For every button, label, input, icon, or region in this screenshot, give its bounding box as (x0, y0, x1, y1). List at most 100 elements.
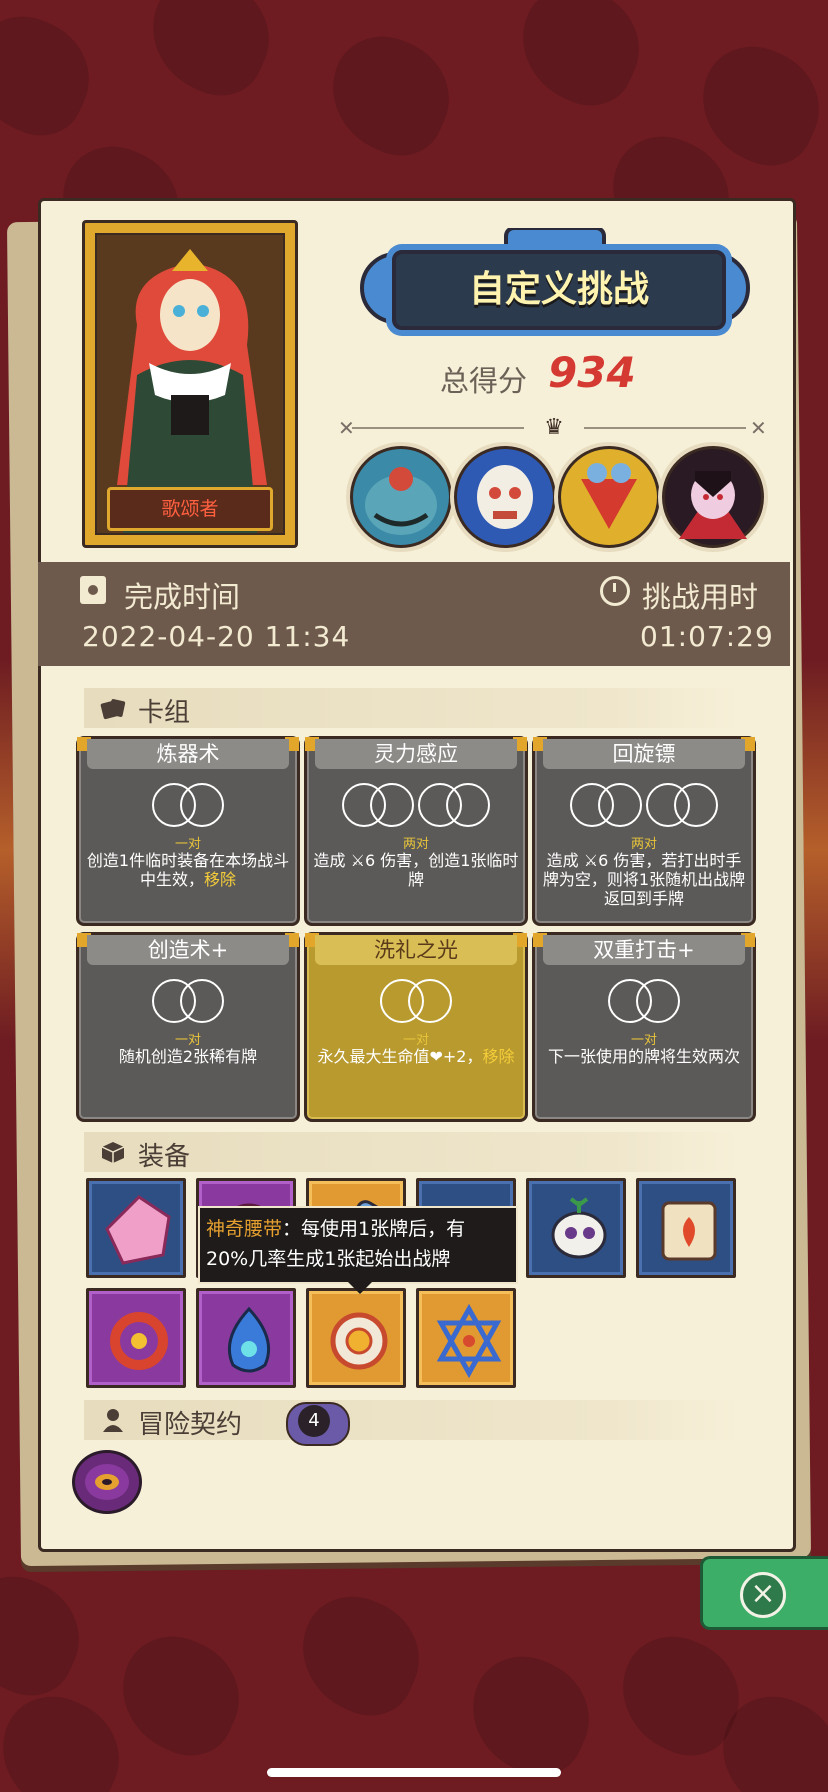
close-icon: × (750, 1576, 776, 1611)
card-count: 一对 (174, 837, 201, 852)
home-indicator (267, 1768, 561, 1777)
fire-scroll-icon[interactable] (636, 1178, 736, 1278)
tooltip-arrow (348, 1282, 372, 1294)
title-banner: 自定义挑战 (356, 228, 754, 346)
sword-icon: ✕ (338, 416, 355, 440)
deck-section-header: 卡组 (84, 688, 742, 728)
hexagram-icon[interactable] (416, 1288, 516, 1388)
hexagram-icon-art (436, 1303, 502, 1379)
pair-ring-icon (446, 783, 490, 827)
equipment-tooltip: 神奇腰带：每使用1张牌后，有 20%几率生成1张起始出战牌 (198, 1206, 518, 1284)
card-remove-tag: 移除 (204, 870, 237, 889)
card-description: 下一张使用的牌将生效两次 (541, 1047, 747, 1066)
blue-flame-icon[interactable] (196, 1288, 296, 1388)
equipment-section-header: 装备 (84, 1132, 742, 1172)
card-pair-rings (535, 979, 753, 1025)
deck-card[interactable]: 回旋镖两对 造成 ⚔6 伤害，若打出时手牌为空，则将1张随机出战牌返回到手牌 (532, 736, 756, 926)
duration-label: 挑战用时 (642, 580, 759, 614)
card-name: 双重打击+ (543, 935, 745, 965)
card-name: 回旋镖 (543, 739, 745, 769)
spiked-bracelet-icon[interactable] (86, 1288, 186, 1388)
page-title: 自定义挑战 (468, 269, 649, 310)
card-description: 造成 ⚔6 伤害，若打出时手牌为空，则将1张随机出战牌返回到手牌 (541, 851, 747, 908)
card-pair-rings (79, 783, 297, 829)
card-pair-rings (307, 783, 525, 829)
contract-count: 4 (298, 1405, 330, 1437)
stopwatch-icon (600, 576, 630, 606)
contract-seal-icon[interactable] (72, 1450, 142, 1514)
pair-ring-icon (408, 979, 452, 1023)
pair-ring-icon (370, 783, 414, 827)
card-description: 永久最大生命值❤+2，移除 (313, 1047, 519, 1066)
deck-title: 卡组 (138, 698, 191, 728)
contract-section-header: 冒险契约 (84, 1400, 742, 1440)
boss-skull-mask-icon[interactable] (454, 446, 556, 548)
deck-card[interactable]: 双重打击+ 一对 下一张使用的牌将生效两次 (532, 932, 756, 1122)
card-pair-rings (535, 783, 753, 829)
card-count: 一对 (630, 1033, 657, 1048)
card-name: 洗礼之光 (315, 935, 517, 965)
card-desc-text: 创造1件临时装备在本场战斗中生效， (86, 851, 290, 889)
contract-title: 冒险契约 (138, 1410, 243, 1440)
card-count: 两对 (630, 837, 657, 852)
boss-beetle-icon[interactable] (558, 446, 660, 548)
blue-flame-icon-art (227, 1306, 271, 1373)
card-name: 灵力感应 (315, 739, 517, 769)
cube-icon (101, 1142, 125, 1163)
card-desc-text: 永久最大生命值❤+2， (317, 1047, 483, 1066)
magic-belt-icon-art (330, 1312, 388, 1370)
divider-left (352, 427, 524, 429)
pink-crystal-icon-art (105, 1195, 171, 1265)
duration-value: 01:07:29 (640, 620, 774, 653)
skull-sprout-icon[interactable] (526, 1178, 626, 1278)
score-value: 934 (548, 348, 636, 397)
boss-vampire-icon[interactable] (662, 446, 764, 548)
boss-emblem-icon: ♛ (544, 415, 564, 440)
card-description: 创造1件临时装备在本场战斗中生效，移除 (85, 851, 291, 889)
card-pair-rings (79, 979, 297, 1025)
magic-belt-icon[interactable] (306, 1288, 406, 1388)
card-pair-rings (307, 979, 525, 1025)
deck-card[interactable]: 创造术+ 一对 随机创造2张稀有牌 (76, 932, 300, 1122)
deck-card[interactable]: 洗礼之光一对 永久最大生命值❤+2，移除 (304, 932, 528, 1122)
spiked-bracelet-icon-art (110, 1312, 168, 1370)
card-count: 一对 (402, 1033, 429, 1048)
pair-ring-icon (180, 783, 224, 827)
deck-card[interactable]: 灵力感应两对 造成 ⚔6 伤害，创造1张临时牌 (304, 736, 528, 926)
boss-toad-icon[interactable] (350, 446, 452, 548)
hero-portrait-card[interactable]: 歌颂者 (82, 220, 298, 548)
divider-right (584, 427, 746, 429)
tooltip-item-name: 神奇腰带 (206, 1218, 283, 1240)
score-label: 总得分 (440, 364, 528, 398)
equipment-title: 装备 (138, 1142, 191, 1172)
tooltip-line-1: ：每使用1张牌后，有 (282, 1218, 466, 1240)
pink-crystal-icon[interactable] (86, 1178, 186, 1278)
card-desc-text: 下一张使用的牌将生效两次 (547, 1047, 740, 1066)
completion-time-value: 2022-04-20 11:34 (82, 620, 351, 653)
card-desc-text: 造成 ⚔6 伤害，创造1张临时牌 (313, 851, 519, 889)
completion-time-label: 完成时间 (124, 580, 241, 614)
card-remove-tag: 移除 (482, 1047, 515, 1066)
card-description: 随机创造2张稀有牌 (85, 1047, 291, 1066)
film-icon (80, 576, 106, 604)
cards-icon (100, 699, 126, 720)
card-name: 创造术+ (87, 935, 289, 965)
hero-name: 歌颂者 (107, 487, 273, 531)
card-count: 一对 (174, 1033, 201, 1048)
close-button[interactable]: × (740, 1572, 786, 1618)
tooltip-line-2: 20%几率生成1张起始出战牌 (206, 1248, 451, 1270)
pair-ring-icon (180, 979, 224, 1023)
card-description: 造成 ⚔6 伤害，创造1张临时牌 (313, 851, 519, 889)
pair-ring-icon (598, 783, 642, 827)
person-icon (103, 1409, 123, 1432)
skull-sprout-icon-art (551, 1197, 607, 1259)
card-desc-text: 随机创造2张稀有牌 (118, 1047, 258, 1066)
deck-card[interactable]: 炼器术一对 创造1件临时装备在本场战斗中生效，移除 (76, 736, 300, 926)
sword-icon: ✕ (750, 416, 767, 440)
fire-scroll-icon-art (661, 1201, 717, 1261)
pair-ring-icon (674, 783, 718, 827)
card-count: 两对 (402, 837, 429, 852)
card-name: 炼器术 (87, 739, 289, 769)
card-desc-text: 造成 ⚔6 伤害，若打出时手牌为空，则将1张随机出战牌返回到手牌 (542, 851, 746, 908)
pair-ring-icon (636, 979, 680, 1023)
